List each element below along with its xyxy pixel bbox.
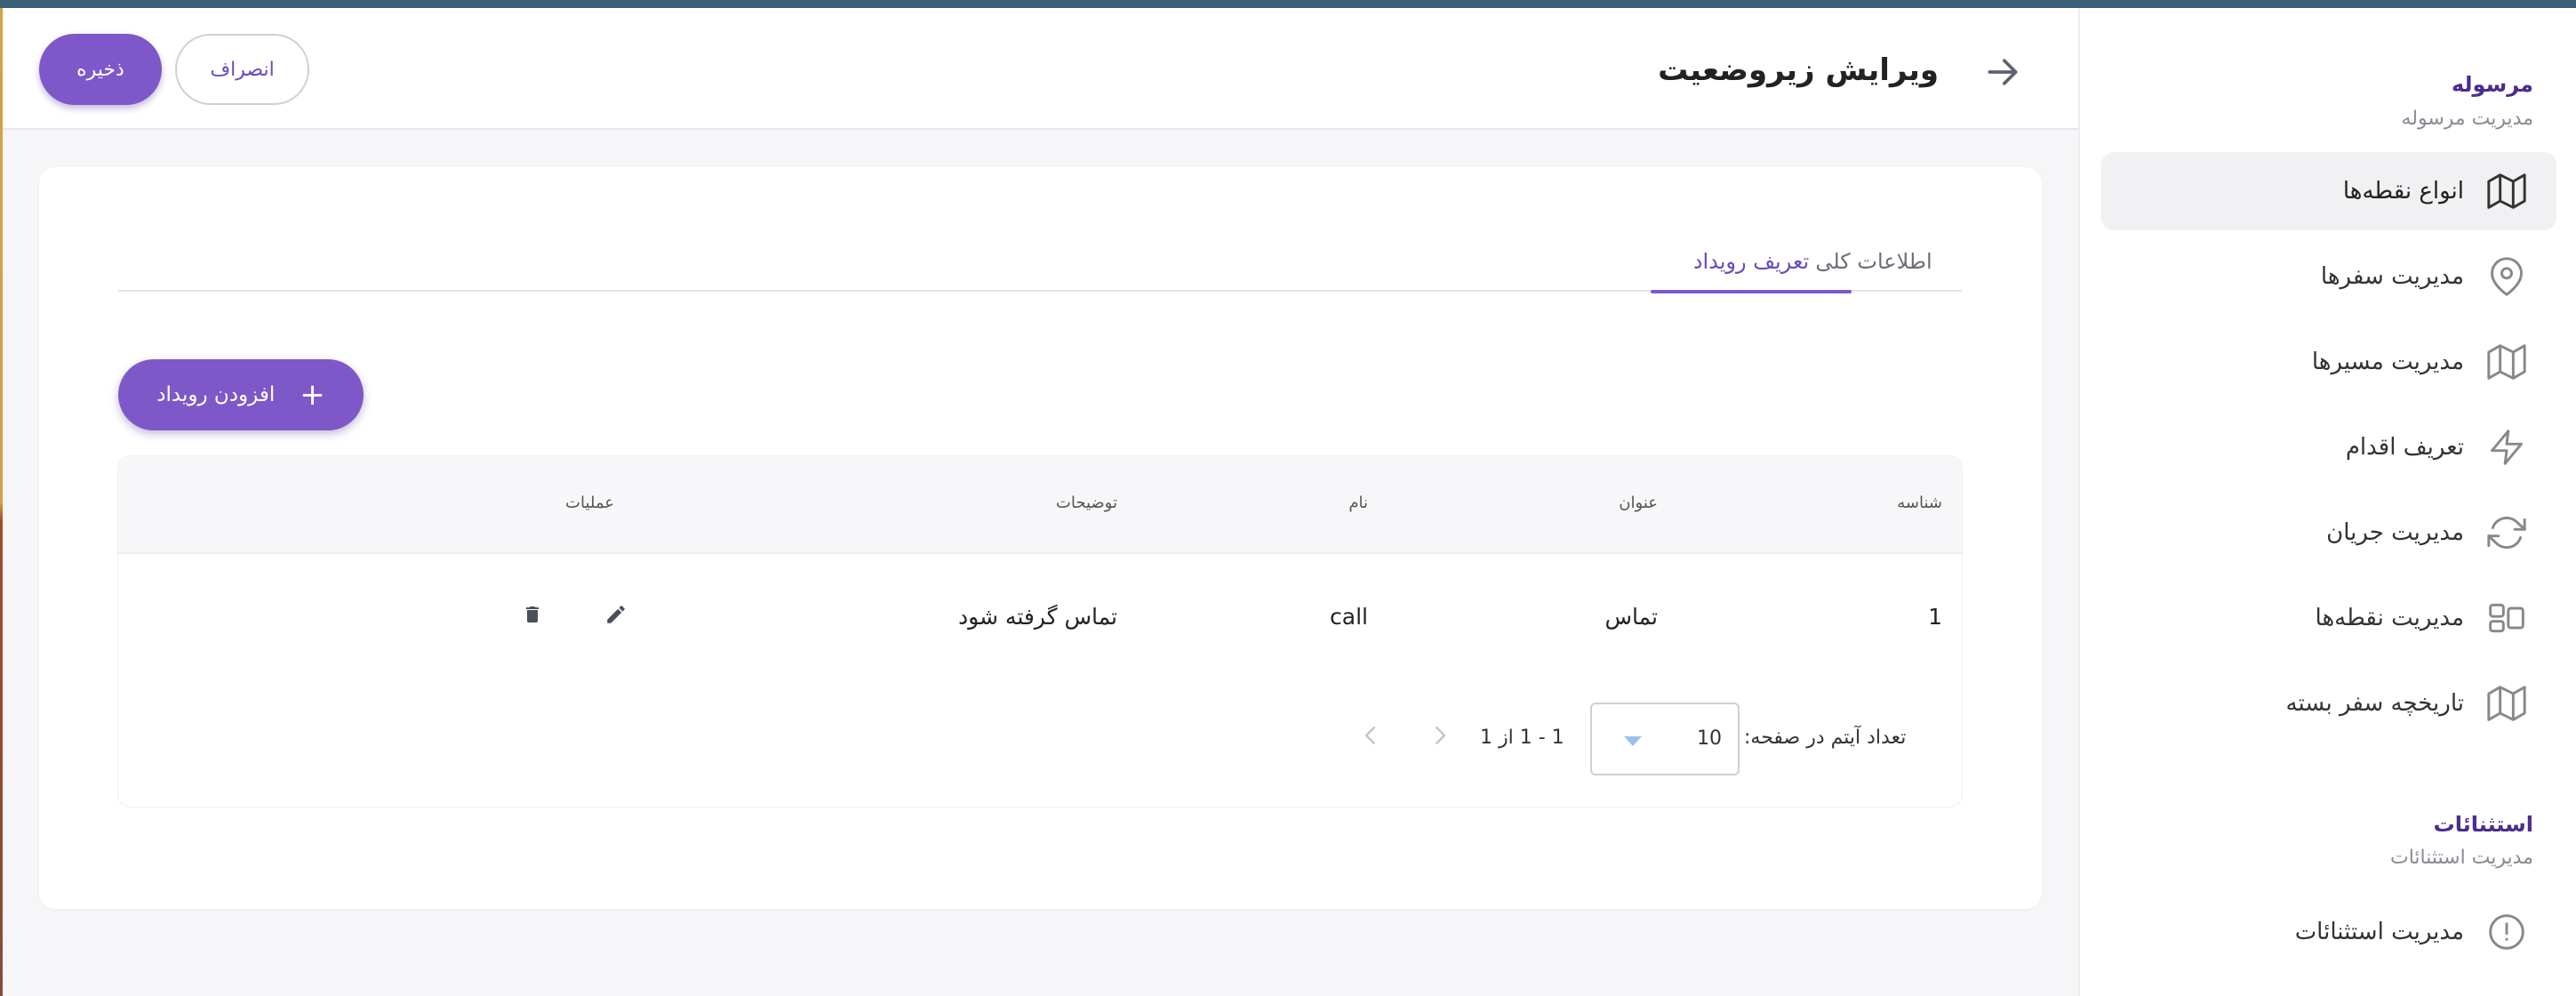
top-accent-bar bbox=[0, 0, 2576, 8]
main-card: اطلاعات کلی تعریف رویداد + افزودن رویداد… bbox=[39, 167, 2042, 909]
sidebar-item-label: مدیریت استثنائات bbox=[2294, 919, 2464, 945]
map-icon bbox=[2485, 682, 2528, 725]
sidebar-section-subtitle-shipment: مدیریت مرسوله bbox=[2401, 108, 2533, 130]
sidebar: مرسوله مدیریت مرسوله انواع نقطه‌ها مدیری… bbox=[2078, 8, 2576, 996]
left-edge-strip bbox=[0, 8, 3, 996]
add-event-label: افزودن رویداد bbox=[156, 383, 276, 406]
layout-icon bbox=[2485, 597, 2528, 639]
page-title: ویرایش زیروضعیت bbox=[1658, 52, 1939, 88]
map-icon bbox=[2485, 170, 2528, 213]
table-header: شناسه عنوان نام توضیحات عملیات bbox=[118, 456, 1962, 554]
pagination-range: 1 - 1 از 1 bbox=[1480, 727, 1564, 749]
items-per-page-label: تعداد آیتم در صفحه: bbox=[1744, 727, 1907, 749]
trash-icon bbox=[522, 603, 543, 630]
location-pin-icon bbox=[2485, 255, 2528, 298]
plus-icon: + bbox=[300, 377, 325, 413]
sidebar-item-trips[interactable]: مدیریت سفرها bbox=[2101, 237, 2556, 316]
app-root: ذخیره انصراف ویرایش زیروضعیت اطلاعات کلی… bbox=[0, 0, 2576, 996]
items-per-page-select[interactable]: 10 bbox=[1590, 703, 1740, 775]
sidebar-item-flow[interactable]: مدیریت جریان bbox=[2101, 494, 2556, 572]
cell-id: 1 bbox=[1928, 604, 1942, 630]
caret-down-icon bbox=[1624, 736, 1642, 746]
sidebar-item-label: مدیریت نقطه‌ها bbox=[2315, 605, 2464, 631]
edit-button[interactable] bbox=[601, 601, 631, 631]
column-header-id: شناسه bbox=[1897, 494, 1942, 512]
sidebar-section-subtitle-exceptions: مدیریت استثنائات bbox=[2389, 847, 2533, 869]
page-header: ذخیره انصراف ویرایش زیروضعیت bbox=[3, 8, 2079, 130]
sidebar-item-action-definition[interactable]: تعریف اقدام bbox=[2101, 408, 2556, 486]
chevron-right-icon bbox=[1430, 722, 1450, 752]
tab-event-definition[interactable]: تعریف رویداد bbox=[1651, 231, 1852, 293]
column-header-name: نام bbox=[1348, 494, 1368, 512]
sidebar-item-exceptions[interactable]: مدیریت استثنائات bbox=[2101, 893, 2556, 971]
refresh-icon bbox=[2485, 511, 2528, 554]
sidebar-item-label: مدیریت سفرها bbox=[2320, 263, 2464, 290]
sidebar-item-label: تاریخچه سفر بسته bbox=[2285, 690, 2464, 717]
sidebar-item-package-trip-history[interactable]: تاریخچه سفر بسته bbox=[2101, 664, 2556, 743]
events-table: شناسه عنوان نام توضیحات عملیات 1 تماس ca… bbox=[118, 456, 1962, 807]
sidebar-item-label: مدیریت جریان bbox=[2326, 519, 2464, 546]
sidebar-item-label: تعریف اقدام bbox=[2345, 434, 2464, 461]
items-per-page-value: 10 bbox=[1697, 727, 1722, 750]
cell-description: تماس گرفته شود bbox=[957, 604, 1117, 630]
save-button[interactable]: ذخیره bbox=[39, 34, 162, 105]
cancel-button[interactable]: انصراف bbox=[175, 34, 309, 105]
sidebar-section-title-shipment: مرسوله bbox=[2451, 72, 2533, 97]
next-page-button[interactable] bbox=[1353, 719, 1388, 755]
alert-circle-icon bbox=[2485, 911, 2528, 953]
cell-name: call bbox=[1330, 604, 1368, 630]
back-button[interactable] bbox=[1978, 49, 2028, 99]
sidebar-item-point-types[interactable]: انواع نقطه‌ها bbox=[2101, 152, 2556, 230]
column-header-title: عنوان bbox=[1619, 494, 1658, 512]
map-icon bbox=[2485, 341, 2528, 383]
sidebar-item-label: انواع نقطه‌ها bbox=[2342, 178, 2464, 205]
column-header-actions: عملیات bbox=[565, 494, 614, 512]
column-header-description: توضیحات bbox=[1055, 494, 1117, 512]
previous-page-button[interactable] bbox=[1422, 719, 1458, 755]
add-event-button[interactable]: + افزودن رویداد bbox=[118, 359, 364, 430]
chevron-left-icon bbox=[1361, 722, 1380, 752]
sidebar-section-title-exceptions: استثنائات bbox=[2433, 812, 2533, 837]
cell-title: تماس bbox=[1604, 604, 1658, 630]
pencil-icon bbox=[604, 603, 628, 630]
arrow-right-icon bbox=[1983, 52, 2022, 95]
tabs-bar: اطلاعات کلی تعریف رویداد bbox=[118, 231, 1962, 293]
sidebar-item-label: مدیریت مسیرها bbox=[2311, 349, 2464, 375]
sidebar-item-routes[interactable]: مدیریت مسیرها bbox=[2101, 323, 2556, 401]
lightning-icon bbox=[2485, 426, 2528, 469]
sidebar-item-points[interactable]: مدیریت نقطه‌ها bbox=[2101, 579, 2556, 657]
delete-button[interactable] bbox=[517, 601, 548, 631]
